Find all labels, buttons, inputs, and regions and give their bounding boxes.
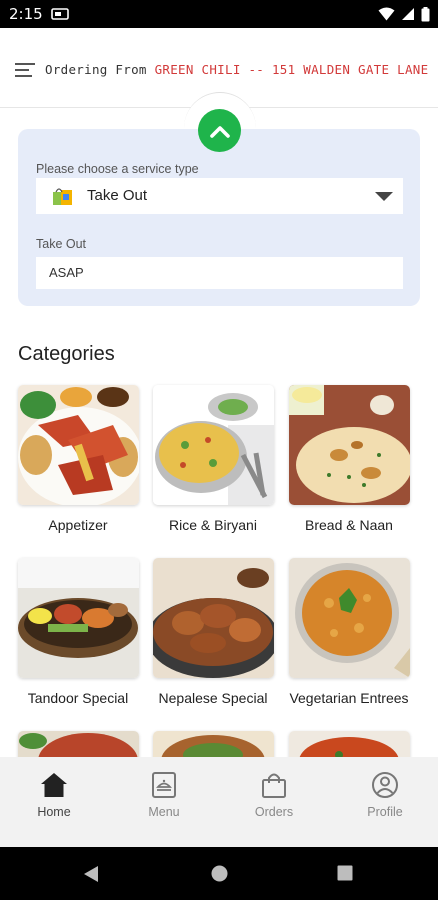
nav-profile[interactable]: Profile	[345, 771, 425, 819]
back-icon[interactable]	[83, 865, 99, 883]
notification-card-icon	[51, 8, 69, 20]
category-name: Bread & Naan	[305, 517, 393, 533]
shopping-bag-icon	[262, 773, 286, 798]
category-name: Rice & Biryani	[169, 517, 257, 533]
collapse-toggle-button[interactable]	[198, 109, 241, 152]
nav-orders[interactable]: Orders	[234, 771, 314, 819]
nav-label: Home	[37, 805, 71, 819]
service-type-value: Take Out	[87, 187, 148, 204]
category-name: Vegetarian Entrees	[289, 690, 409, 706]
home-icon	[41, 773, 67, 797]
category-image	[289, 385, 410, 505]
system-navigation-bar	[0, 847, 438, 900]
nav-menu[interactable]: Menu	[124, 771, 204, 819]
status-time: 2:15	[9, 5, 43, 23]
menu-book-icon	[152, 772, 176, 798]
nav-label: Orders	[254, 805, 294, 819]
pickup-time-label: Take Out	[36, 237, 87, 251]
cell-signal-icon	[402, 8, 414, 20]
category-name: Tandoor Special	[27, 690, 129, 706]
service-type-select[interactable]: Take Out	[36, 178, 403, 214]
dropdown-caret-icon	[375, 192, 393, 201]
ordering-prefix: Ordering From	[45, 62, 155, 77]
category-image	[18, 385, 139, 505]
home-circle-icon[interactable]	[211, 865, 228, 882]
category-name: Appetizer	[48, 517, 108, 533]
ordering-from-location[interactable]: Ordering From GREEN CHILI -- 151 WALDEN …	[45, 62, 430, 77]
bottom-navigation: Home Menu Orders Profile	[0, 757, 438, 847]
hamburger-menu-icon[interactable]	[15, 62, 35, 78]
category-image	[153, 385, 274, 505]
category-image	[153, 558, 274, 678]
nav-label: Menu	[148, 805, 180, 819]
category-card-appetizer[interactable]: Appetizer	[18, 385, 139, 533]
pickup-time-value: ASAP	[49, 265, 84, 280]
category-name: Nepalese Special	[158, 690, 268, 706]
profile-icon	[372, 772, 398, 798]
status-bar: 2:15	[0, 0, 438, 28]
category-image	[289, 558, 410, 678]
service-type-label: Please choose a service type	[36, 162, 199, 176]
nav-label: Profile	[367, 805, 403, 819]
wifi-icon	[378, 7, 395, 21]
nav-home[interactable]: Home	[14, 771, 94, 819]
chevron-up-icon	[209, 125, 230, 138]
categories-heading: Categories	[18, 343, 115, 365]
category-image	[18, 558, 139, 678]
recents-square-icon[interactable]	[337, 865, 353, 881]
battery-icon	[421, 6, 430, 21]
service-panel: Please choose a service type Take Out Ta…	[18, 129, 420, 306]
pickup-time-field[interactable]: ASAP	[36, 257, 403, 289]
category-card-nepalese-special[interactable]: Nepalese Special	[153, 558, 274, 706]
category-card-rice-biryani[interactable]: Rice & Biryani	[153, 385, 274, 533]
category-card-vegetarian-entrees[interactable]: Vegetarian Entrees	[289, 558, 410, 706]
category-card-bread-naan[interactable]: Bread & Naan	[289, 385, 410, 533]
takeout-bag-icon	[53, 188, 72, 205]
store-name: GREEN CHILI -- 151 WALDEN GATE LANE	[154, 62, 429, 77]
category-card-tandoor-special[interactable]: Tandoor Special	[18, 558, 139, 706]
